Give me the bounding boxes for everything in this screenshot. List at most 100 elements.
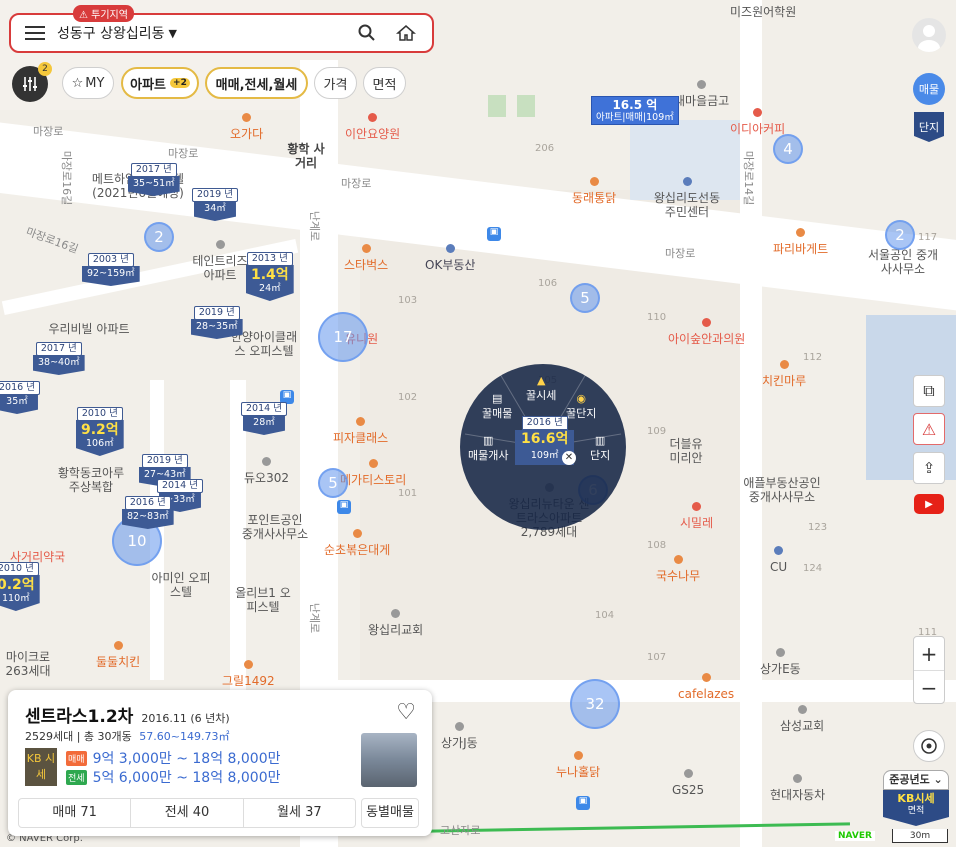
poi[interactable]: 순초볶은대게 <box>324 529 390 557</box>
poi[interactable]: GS25 <box>672 769 704 797</box>
building-sale-button[interactable]: 동별매물 <box>361 798 419 828</box>
poi[interactable]: 국수나무 <box>656 555 700 583</box>
poi[interactable]: 이디아커피 <box>730 108 785 136</box>
deal-filter-button[interactable]: 매매,전세,월세 <box>205 67 308 99</box>
chevron-down-icon[interactable]: ▼ <box>169 27 177 40</box>
poi[interactable]: 삼성교회 <box>780 705 824 733</box>
poi[interactable]: 더블유 미리안 <box>666 437 706 465</box>
zoom-out-button[interactable]: − <box>914 671 944 704</box>
poi[interactable]: 파리바게트 <box>773 228 828 256</box>
avatar[interactable] <box>912 18 946 52</box>
poi[interactable]: 시밀레 <box>680 502 713 530</box>
poi[interactable]: CU <box>770 546 787 574</box>
poi[interactable]: 동래통닭 <box>572 177 616 205</box>
location-label[interactable]: 성동구 상왕십리동 <box>57 23 165 43</box>
layers-button[interactable]: ⧉ <box>913 375 945 407</box>
tab-jeonse[interactable]: 전세 40 <box>131 799 244 827</box>
price-marker[interactable]: 2013 년 1.4억 24㎡ <box>246 252 294 301</box>
zoom-in-button[interactable]: + <box>914 637 944 671</box>
cluster-marker[interactable]: 5 <box>570 283 600 313</box>
my-location-button[interactable] <box>913 730 945 762</box>
bus-stop-icon[interactable]: ▣ <box>576 796 590 810</box>
price-marker[interactable]: 2017 년 38~40㎡ <box>33 342 85 375</box>
poi[interactable]: 치킨마루 <box>762 360 806 388</box>
poi[interactable]: 애플부동산공인 중개사사무소 <box>742 476 822 504</box>
cluster-marker[interactable]: 4 <box>773 134 803 164</box>
cluster-marker[interactable]: 17 <box>318 312 368 362</box>
year-toggle-button[interactable]: 준공년도 ⌄ <box>883 770 949 790</box>
close-icon[interactable]: ✕ <box>562 451 576 465</box>
poi[interactable]: 이안요양원 <box>345 113 400 141</box>
poi[interactable]: 아이숲안과의원 <box>668 318 745 346</box>
complex-title[interactable]: 센트라스1.2차 <box>25 702 133 727</box>
complex-thumbnail[interactable] <box>361 733 417 787</box>
tab-sale[interactable]: 매매 71 <box>19 799 132 827</box>
heart-icon[interactable]: ♡ <box>396 700 416 725</box>
poi[interactable]: 메가티스토리 <box>340 459 406 487</box>
poi[interactable]: 스타벅스 <box>344 244 388 272</box>
honey-price-button[interactable]: ▲ 꿀시세 <box>526 374 556 403</box>
poi[interactable]: 그릴1492 <box>222 660 275 688</box>
search-icon[interactable] <box>358 24 376 42</box>
bus-stop-icon[interactable]: ▣ <box>487 227 501 241</box>
complex-layer-button[interactable]: 단지 <box>914 112 944 142</box>
poi[interactable]: 상가J동 <box>441 722 478 750</box>
price-marker[interactable]: 2014 년 28㎡ <box>241 402 287 435</box>
poi[interactable]: 아미인 오피스텔 <box>151 571 211 599</box>
alert-button[interactable]: ⚠ <box>913 413 945 445</box>
cluster-marker[interactable]: 5 <box>318 468 348 498</box>
price-marker[interactable]: 2003 년 92~159㎡ <box>82 253 140 286</box>
menu-icon[interactable] <box>25 26 45 40</box>
poi[interactable]: 우리비빌 아파트 <box>44 322 134 336</box>
area-filter-button[interactable]: 면적 <box>363 67 406 99</box>
poi[interactable]: 상가E동 <box>760 648 801 676</box>
poi[interactable]: 오가다 <box>230 113 263 141</box>
price-marker[interactable]: 2017 년 35~51㎡ <box>128 163 180 196</box>
price-marker[interactable]: 2010 년 9.2억 106㎡ <box>76 407 124 456</box>
poi[interactable]: 피자클래스 <box>333 417 388 445</box>
share-button[interactable]: ⇪ <box>913 452 945 484</box>
price-marker[interactable]: 2019 년 28~35㎡ <box>191 306 243 339</box>
cluster-marker[interactable]: 2 <box>144 222 174 252</box>
poi[interactable]: 황학동코아루 주상복합 <box>55 466 127 494</box>
price-marker[interactable]: 2016 년 35㎡ <box>0 381 40 414</box>
poi[interactable]: 미즈원어학원 <box>730 5 796 19</box>
sale-layer-button[interactable]: 매물 <box>913 73 945 105</box>
my-filter-button[interactable]: ☆ MY <box>62 67 114 99</box>
radial-menu[interactable]: ▤ 꿀매물 ▲ 꿀시세 ◉ 꿀단지 ▥ 매물개사 ▥ 단지 2016 년 16.6억 10… <box>460 364 626 530</box>
bus-stop-icon[interactable]: ▣ <box>337 500 351 514</box>
poi[interactable]: 둘둘치킨 <box>96 641 140 669</box>
complex-info-card[interactable]: 센트라스1.2차 2016.11 (6 년차) ♡ 2529세대 | 총 30개… <box>8 690 432 836</box>
poi[interactable]: 마이크로 263세대 <box>0 650 56 678</box>
poi[interactable]: 테인트리즈 아파트 <box>192 240 248 282</box>
year-area-toggle[interactable]: 준공년도 ⌄ KB시세 면적 <box>883 770 949 826</box>
price-marker[interactable]: 2019 년 34㎡ <box>192 188 238 221</box>
poi[interactable]: 서울공인 중개사사무소 <box>866 248 940 276</box>
search-bar[interactable]: ⚠ 투기지역 성동구 상왕십리동 ▼ <box>9 5 434 53</box>
cluster-marker[interactable]: 32 <box>570 679 620 729</box>
poi[interactable]: 누나홀닭 <box>556 751 600 779</box>
filter-settings-button[interactable]: 2 <box>12 62 52 102</box>
poi[interactable]: 왕십리도선동 주민센터 <box>652 177 722 219</box>
price-marker[interactable]: 2010 년 0.2억 110㎡ <box>0 562 40 611</box>
price-marker[interactable]: 2016 년 82~83㎡ <box>122 496 174 529</box>
poi[interactable]: 듀오302 <box>244 457 289 485</box>
zoom-control[interactable]: + − <box>913 636 945 704</box>
tab-wolse[interactable]: 월세 37 <box>244 799 355 827</box>
sale-price-marker[interactable]: 16.5 억 아파트|매매|109㎡ <box>591 96 679 125</box>
poi[interactable]: cafelazes <box>678 673 734 701</box>
honey-sale-button[interactable]: ▤ 꿀매물 <box>482 392 512 421</box>
poi[interactable]: 포인트공인 중개사사무소 <box>240 513 310 541</box>
apt-filter-button[interactable]: 아파트 +2 <box>121 67 199 99</box>
price-filter-button[interactable]: 가격 <box>314 67 357 99</box>
cluster-marker[interactable]: 2 <box>885 220 915 250</box>
poi[interactable]: 올리브1 오피스텔 <box>235 586 291 614</box>
poi[interactable]: 새마을금고 <box>674 80 729 108</box>
youtube-button[interactable]: ▶ <box>914 494 944 514</box>
sale-info-button[interactable]: ▥ 매물개사 <box>468 434 508 463</box>
home-icon[interactable] <box>396 23 416 43</box>
poi[interactable]: 현대자동차 <box>770 774 825 802</box>
complex-button[interactable]: ▥ 단지 <box>590 434 610 463</box>
poi[interactable]: OK부동산 <box>425 244 475 272</box>
kb-price-toggle[interactable]: KB시세 면적 <box>883 790 949 826</box>
